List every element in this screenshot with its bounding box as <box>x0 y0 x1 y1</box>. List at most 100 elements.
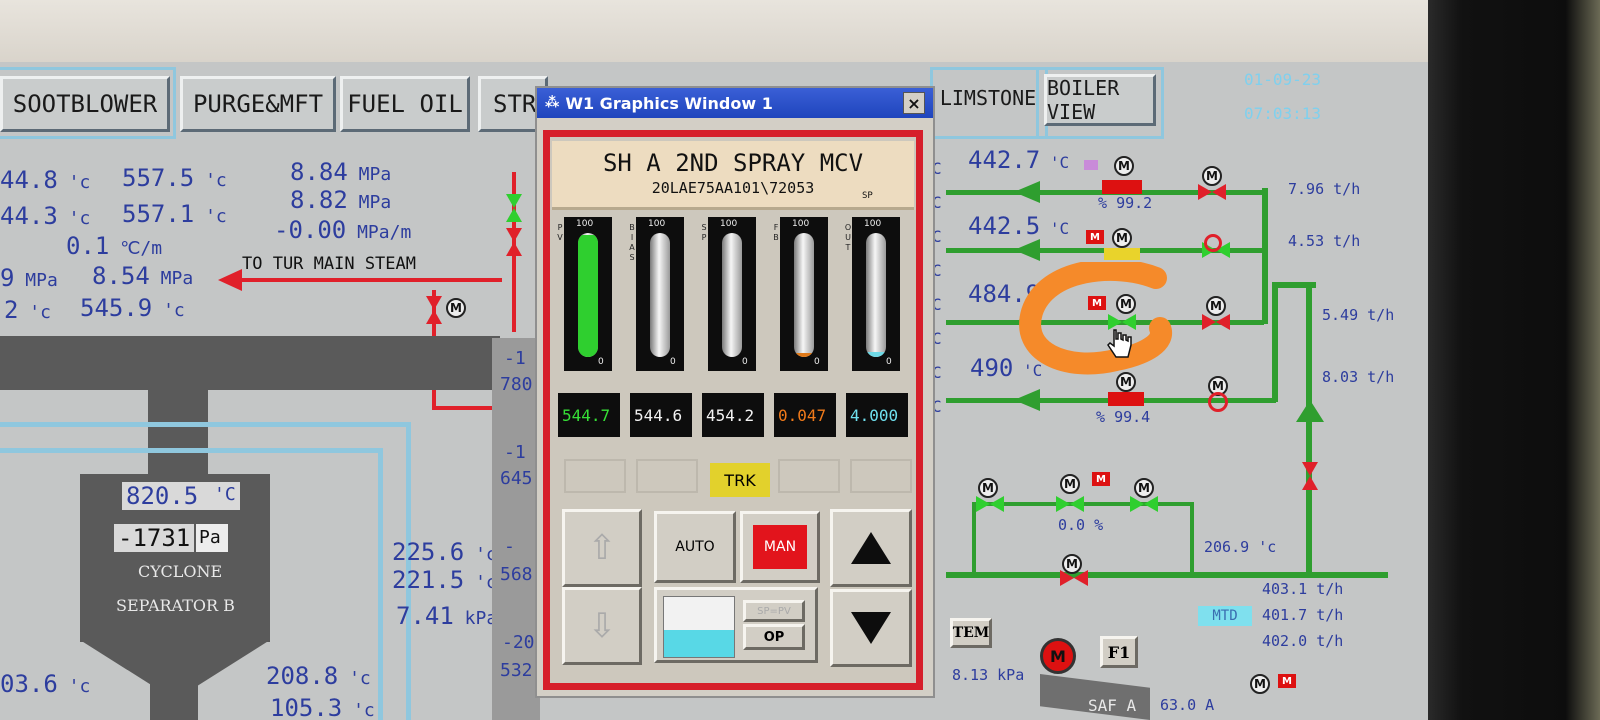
faceplate-header: SH A 2ND SPRAY MCV 20LAE75AA101\72053 SP <box>552 141 914 210</box>
loop-tag: 20LAE75AA101\72053 <box>651 179 815 197</box>
nav-fuel-oil-label: FUEL OIL <box>347 90 463 118</box>
bargraph-fill <box>794 353 814 357</box>
f1-button[interactable]: F1 <box>1100 636 1138 668</box>
nav-sootblower-button[interactable]: SOOTBLOWER <box>0 76 170 132</box>
increase-button[interactable] <box>830 509 912 587</box>
air-pipe <box>0 422 410 427</box>
flow-1: 7.96 t/h <box>1288 180 1361 198</box>
valve-icon[interactable] <box>426 296 442 324</box>
flow-6: 401.7 t/h <box>1262 606 1344 624</box>
cyclone-temp-box: 820.5 'C <box>122 482 240 510</box>
cyclone-press-unit: Pa <box>196 524 228 552</box>
close-button[interactable]: × <box>903 92 925 114</box>
down-triangle-icon <box>851 612 891 644</box>
bargraph-fill <box>578 235 598 357</box>
bargraph-min-label: 0 <box>886 357 892 367</box>
motor-icon[interactable]: M <box>1062 554 1082 574</box>
bargraph: F B 100 0 <box>773 217 828 371</box>
valve-icon[interactable] <box>1198 184 1226 200</box>
flue-duct <box>0 336 500 390</box>
motor-icon[interactable]: M <box>1112 228 1132 248</box>
fan-amp: 63.0 A <box>1160 696 1215 714</box>
bargraph-tube <box>650 233 670 357</box>
control-valve-4[interactable] <box>1108 392 1144 406</box>
motor-stopped-icon[interactable]: M <box>1040 638 1076 674</box>
bypass-pipe <box>972 502 976 572</box>
cyclone-temp-d: 105.3 'c <box>270 694 375 720</box>
window-title-bar[interactable]: ⁂ W1 Graphics Window 1 × <box>537 88 933 118</box>
valve-icon[interactable] <box>506 228 522 256</box>
motor-icon[interactable]: M <box>978 478 998 498</box>
bargraph-side-label: O U T <box>844 223 852 252</box>
bargraph-fill <box>866 352 886 357</box>
valve-icon[interactable] <box>976 496 1004 512</box>
motor-icon[interactable]: M <box>446 298 466 318</box>
motor-icon[interactable]: M <box>1250 674 1270 694</box>
valve-icon[interactable] <box>506 194 522 222</box>
cyclone-outlet <box>150 670 198 720</box>
motor-icon[interactable]: M <box>1202 166 1222 186</box>
motor-icon[interactable]: M <box>1060 474 1080 494</box>
motor-icon[interactable]: M <box>1134 478 1154 498</box>
motor-icon[interactable]: M <box>1206 296 1226 316</box>
down-arrow-disabled-button[interactable]: ⇩ <box>562 587 642 665</box>
clock-date: 01-09-23 <box>1244 70 1322 89</box>
cyclone-temp-b: 221.5 'c <box>392 566 497 594</box>
left-press-3a: 9 MPa <box>0 264 58 292</box>
tem-button[interactable]: TEM <box>950 618 992 648</box>
valve-icon[interactable] <box>1302 462 1318 490</box>
cyclone-label-1: CYCLONE <box>138 562 223 581</box>
valve-1-position: % 99.2 <box>1098 194 1153 212</box>
nav-purge-button[interactable]: PURGE&MFT <box>180 76 336 132</box>
bargraph: S P 100 0 <box>701 217 756 371</box>
auto-button[interactable]: AUTO <box>654 511 736 583</box>
monitor-bezel-top <box>0 0 1600 62</box>
flow-arrow-icon <box>1014 239 1040 261</box>
motor-icon[interactable]: M <box>1114 156 1134 176</box>
sp-header-label: SP <box>862 191 873 201</box>
output-level-box <box>663 596 735 658</box>
hand-cursor-icon <box>1107 329 1132 358</box>
nav-boiler-view-button[interactable]: BOILER VIEW <box>1044 74 1156 126</box>
window-title: W1 Graphics Window 1 <box>565 93 773 113</box>
valve-icon[interactable] <box>1202 314 1230 330</box>
bypass-pipe <box>974 502 1194 506</box>
control-valve-2[interactable] <box>1104 248 1140 260</box>
control-valve-1[interactable] <box>1102 180 1142 194</box>
valve-icon[interactable] <box>1130 496 1158 512</box>
flue-duct <box>148 388 208 478</box>
status-slot <box>778 459 840 493</box>
fan-label: SAF A <box>1088 696 1137 715</box>
flow-arrow-up-icon <box>1296 400 1324 422</box>
valve-icon[interactable] <box>1056 496 1084 512</box>
up-arrow-disabled-button[interactable]: ⇧ <box>562 509 642 587</box>
mtd-badge[interactable]: MTD <box>1198 606 1252 626</box>
bargraph-side-label: S P <box>701 223 707 242</box>
bargraph-side-label: P V <box>557 223 563 242</box>
cyclone-press-box: -1731 <box>114 524 194 552</box>
cyclone-label-2: SEPARATOR B <box>116 596 235 615</box>
output-level-fill <box>664 630 734 657</box>
value-readout: 0.047 <box>774 393 836 437</box>
spray-header <box>1262 188 1268 324</box>
alarm-m-icon: M <box>1092 472 1110 486</box>
bargraph-side-label: B I A S <box>629 223 635 262</box>
up-triangle-icon <box>851 532 891 564</box>
decrease-button[interactable] <box>830 589 912 667</box>
partial-value: -1 <box>504 348 526 369</box>
alarm-m-icon: M <box>1086 230 1104 244</box>
main-feed-pipe <box>1306 282 1312 572</box>
faceplate-panel: SH A 2ND SPRAY MCV 20LAE75AA101\72053 SP… <box>543 130 923 690</box>
monitor-bezel-right <box>1428 0 1600 720</box>
left-press-rate: -0.00 MPa/m <box>274 216 412 244</box>
nav-fuel-oil-button[interactable]: FUEL OIL <box>340 76 470 132</box>
op-button[interactable]: OP <box>743 624 805 650</box>
bargraph-min-label: 0 <box>670 357 676 367</box>
bypass-valve-position: 0.0 % <box>1058 516 1104 534</box>
sp-pv-button[interactable]: SP=PV <box>743 600 805 622</box>
man-button[interactable]: MAN <box>740 511 820 583</box>
air-pipe <box>0 448 380 453</box>
nav-boiler-view-label: BOILER VIEW <box>1047 76 1120 124</box>
nav-str-label: STR <box>493 90 537 118</box>
nav-limstone-button[interactable]: LIMSTONE <box>936 72 1040 124</box>
